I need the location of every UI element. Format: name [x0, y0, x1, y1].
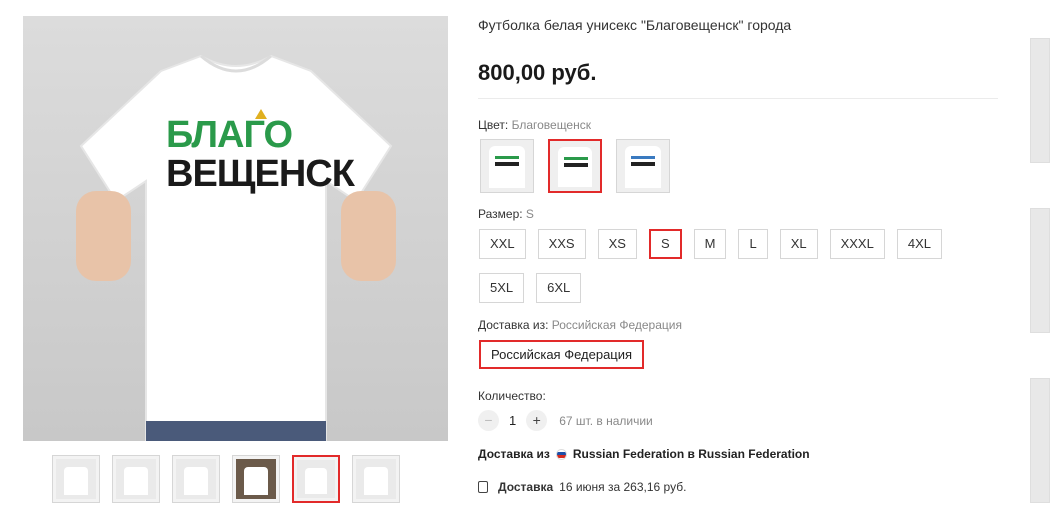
quantity-stepper: − 1 + 67 шт. в наличии [478, 410, 653, 431]
gallery-thumb[interactable] [232, 455, 280, 503]
size-option[interactable]: XXS [537, 229, 586, 259]
gallery-thumb[interactable] [52, 455, 100, 503]
quantity-minus-button[interactable]: − [478, 410, 499, 431]
delivery-route: Доставка из Russian Federation в Russian… [478, 447, 810, 461]
color-option[interactable] [480, 139, 534, 193]
recommendation-card[interactable] [1030, 208, 1050, 333]
delivery-estimate: Доставка 16 июня за 263,16 руб. [478, 480, 686, 494]
color-options [480, 139, 670, 193]
recommendation-card[interactable] [1030, 378, 1050, 503]
size-option[interactable]: 5XL [479, 273, 525, 303]
product-title: Футболка белая унисекс "Благовещенск" го… [478, 17, 792, 33]
ship-from-option-selected[interactable]: Российская Федерация [479, 340, 645, 369]
gallery-thumb-active[interactable] [292, 455, 340, 503]
product-price: 800,00 руб. [478, 60, 597, 85]
color-value: Благовещенск [511, 118, 591, 132]
size-options: XXL XXS XS S M L XL XXXL 4XL 5XL 6XL [479, 229, 949, 303]
size-option[interactable]: M [693, 229, 727, 259]
size-option[interactable]: XXL [479, 229, 526, 259]
ship-from-value: Российская Федерация [551, 318, 682, 332]
quantity-plus-button[interactable]: + [526, 410, 548, 431]
print-text-line2: ВЕЩЕНСК [166, 153, 355, 195]
color-option[interactable] [616, 139, 670, 193]
main-product-image[interactable]: БЛАГО ВЕЩЕНСК [23, 16, 448, 441]
size-option-selected[interactable]: S [648, 229, 682, 259]
size-option[interactable]: 4XL [896, 229, 942, 259]
size-option[interactable]: XL [779, 229, 818, 259]
recommendation-card[interactable] [1030, 38, 1050, 163]
divider [478, 98, 998, 99]
gallery-thumb[interactable] [172, 455, 220, 503]
crown-icon [255, 109, 267, 119]
size-option[interactable]: XS [597, 229, 637, 259]
delivery-truck-icon [478, 481, 488, 493]
size-label: Размер: S [478, 207, 534, 221]
gallery-thumb[interactable] [112, 455, 160, 503]
gallery-thumbnails [52, 455, 400, 503]
recommendations-column [1030, 0, 1050, 516]
russia-flag-icon [555, 448, 567, 460]
print-text-line1: БЛАГО [166, 114, 293, 156]
stock-count: 67 шт. в наличии [559, 413, 653, 428]
quantity-label: Количество: [478, 389, 546, 403]
tshirt-illustration [75, 54, 396, 441]
color-option-selected[interactable] [548, 139, 602, 193]
color-label: Цвет: Благовещенск [478, 118, 591, 132]
size-option[interactable]: 6XL [536, 273, 582, 303]
size-option[interactable]: L [738, 229, 768, 259]
size-value: S [525, 207, 534, 221]
size-option[interactable]: XXXL [829, 229, 885, 259]
quantity-value[interactable]: 1 [509, 413, 516, 428]
ship-from-label: Доставка из: Российская Федерация [478, 318, 682, 332]
gallery-thumb[interactable] [352, 455, 400, 503]
